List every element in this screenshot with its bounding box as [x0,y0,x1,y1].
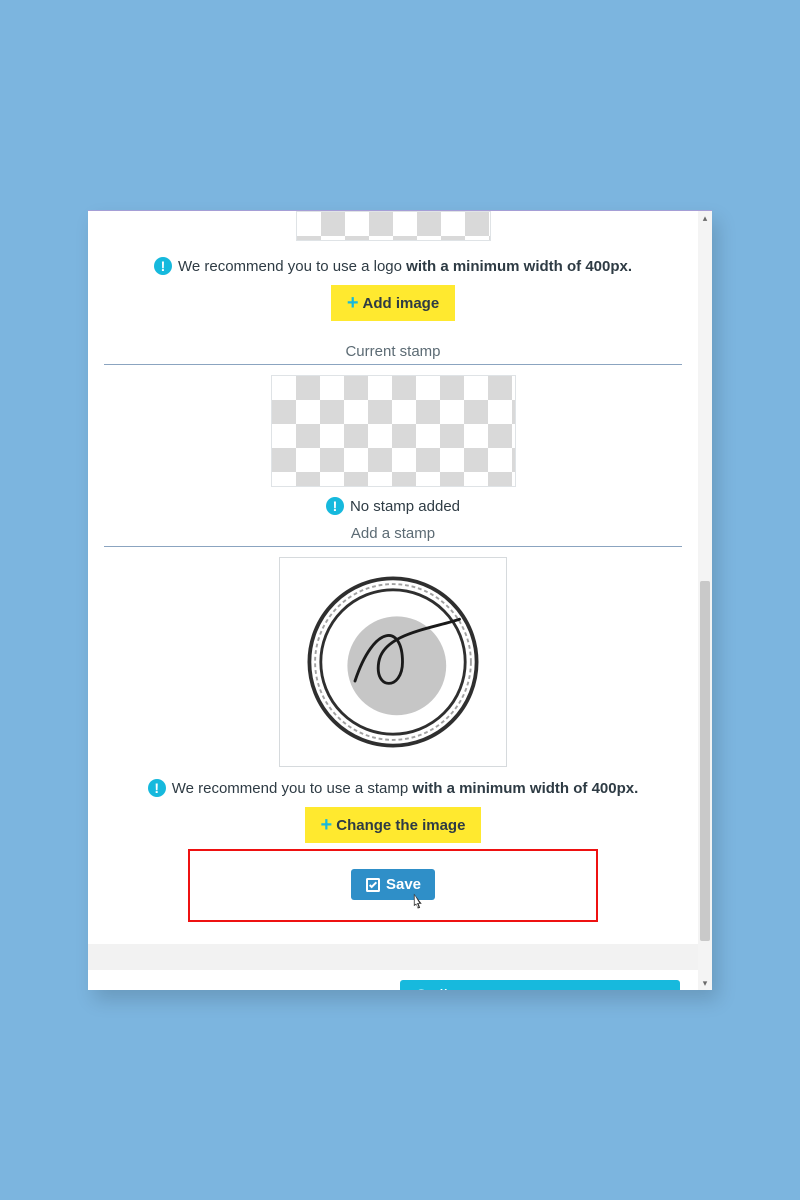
info-icon: ! [154,257,172,275]
stamp-preview[interactable] [279,557,507,767]
stamp-recommend-bold: with a minimum width of 400px. [412,780,638,797]
scrollbar[interactable]: ▴ ▾ [698,211,712,990]
info-icon: ! [148,779,166,797]
logo-recommend-text: We recommend you to use a logo with a mi… [178,258,632,275]
stamp-icon [298,567,488,757]
app-window: ! We recommend you to use a logo with a … [88,210,712,990]
no-stamp-text: No stamp added [350,498,460,515]
content: ! We recommend you to use a logo with a … [88,211,698,990]
scroll-up-icon[interactable]: ▴ [698,211,712,225]
plus-icon: + [347,293,359,313]
change-image-button[interactable]: + Change the image [305,807,482,843]
stamp-recommend-text: We recommend you to use a stamp with a m… [172,780,639,797]
divider [104,546,682,547]
save-highlight: Save [188,849,598,922]
scroll-thumb[interactable] [700,581,710,941]
online-chat[interactable]: Online [400,980,680,990]
info-icon: ! [326,497,344,515]
logo-recommend-prefix: We recommend you to use a logo [178,258,406,275]
logo-recommend-row: ! We recommend you to use a logo with a … [88,257,698,275]
stamp-recommend-row: ! We recommend you to use a stamp with a… [88,779,698,797]
logo-recommend-bold: with a minimum width of 400px. [406,258,632,275]
footer-row: What are You in Online [88,970,698,990]
viewport: ! We recommend you to use a logo with a … [88,211,698,990]
no-stamp-row: ! No stamp added [88,497,698,515]
change-image-label: Change the image [336,817,465,834]
add-image-button[interactable]: + Add image [331,285,455,321]
footer-band [88,944,698,970]
save-label: Save [386,876,421,893]
logo-placeholder [296,211,491,241]
scroll-down-icon[interactable]: ▾ [698,976,712,990]
add-stamp-title: Add a stamp [88,525,698,542]
stamp-recommend-prefix: We recommend you to use a stamp [172,780,413,797]
current-stamp-placeholder [271,375,516,487]
check-icon [365,877,381,893]
cursor-icon [407,892,427,914]
current-stamp-title: Current stamp [88,343,698,360]
online-label: Online [414,987,469,990]
add-image-label: Add image [363,295,440,312]
divider [104,364,682,365]
plus-icon: + [321,815,333,835]
